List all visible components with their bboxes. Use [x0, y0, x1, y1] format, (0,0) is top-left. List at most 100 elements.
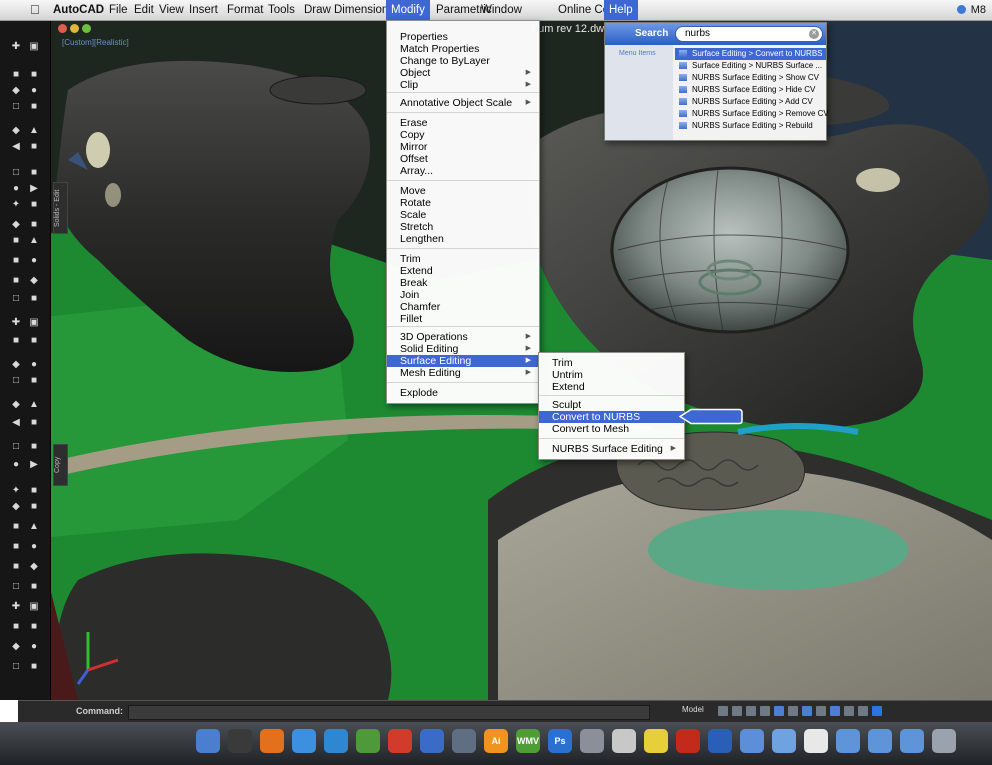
- palette-tool-icon[interactable]: □: [8, 100, 24, 114]
- menu-item-match-properties[interactable]: Match Properties: [387, 43, 539, 55]
- menu-item-explode[interactable]: Explode: [387, 387, 539, 399]
- help-search-input[interactable]: nurbs ✕: [675, 26, 823, 42]
- apple-icon[interactable]: : [30, 2, 40, 17]
- menu-item-lengthen[interactable]: Lengthen: [387, 233, 539, 245]
- dyn-icon[interactable]: [816, 706, 826, 716]
- palette-tool-icon[interactable]: ■: [8, 620, 24, 634]
- palette-tool-icon[interactable]: ◀: [8, 140, 24, 154]
- palette-tool-icon[interactable]: ■: [26, 68, 42, 82]
- palette-tool-icon[interactable]: ◆: [8, 358, 24, 372]
- palette-tool-icon[interactable]: ◆: [26, 560, 42, 574]
- folder-icon-3[interactable]: [868, 729, 892, 753]
- menu-item-surface-editing[interactable]: Surface Editing ▶: [387, 355, 539, 367]
- folder-icon-2[interactable]: [836, 729, 860, 753]
- palette-tool-icon[interactable]: ■: [26, 620, 42, 634]
- menu-item-object[interactable]: Object ▶: [387, 67, 539, 79]
- palette-tool-icon[interactable]: ▶: [26, 182, 42, 196]
- palette-tool-icon[interactable]: ■: [26, 500, 42, 514]
- palette-tool-icon[interactable]: ●: [26, 640, 42, 654]
- calendar-icon[interactable]: [388, 729, 412, 753]
- palette-tool-icon[interactable]: ■: [26, 580, 42, 594]
- help-result-item[interactable]: NURBS Surface Editing > Add CV: [675, 96, 826, 108]
- palette-tool-icon[interactable]: ▣: [26, 40, 42, 54]
- clear-search-icon[interactable]: ✕: [809, 29, 819, 39]
- palette-tool-icon[interactable]: ■: [26, 416, 42, 430]
- palette-tab-solids-edit[interactable]: Solids - Edit: [53, 182, 68, 234]
- palette-tool-icon[interactable]: ●: [8, 458, 24, 472]
- menu-tools[interactable]: Tools: [263, 0, 300, 20]
- palette-tool-icon[interactable]: ■: [26, 334, 42, 348]
- stickies-icon[interactable]: [644, 729, 668, 753]
- help-result-item[interactable]: NURBS Surface Editing > Rebuild: [675, 120, 826, 132]
- palette-tool-icon[interactable]: ✦: [8, 484, 24, 498]
- acrobat-icon[interactable]: [676, 729, 700, 753]
- palette-tool-icon[interactable]: ■: [26, 140, 42, 154]
- palette-tool-icon[interactable]: ■: [26, 440, 42, 454]
- palette-tab-copy[interactable]: Copy: [53, 444, 68, 486]
- palette-tool-icon[interactable]: ◀: [8, 416, 24, 430]
- palette-tool-icon[interactable]: ◆: [8, 640, 24, 654]
- menu-item-clip[interactable]: Clip ▶: [387, 79, 539, 91]
- menu-item-properties[interactable]: Properties: [387, 31, 539, 43]
- submenu-item-nurbs-surface-editing[interactable]: NURBS Surface Editing ▶: [539, 443, 684, 455]
- ducs-icon[interactable]: [802, 706, 812, 716]
- palette-tool-icon[interactable]: ▲: [26, 234, 42, 248]
- submenu-item-untrim[interactable]: Untrim: [539, 369, 684, 381]
- palette-tool-icon[interactable]: ■: [8, 560, 24, 574]
- menu-help[interactable]: Help: [604, 0, 638, 20]
- submenu-item-trim[interactable]: Trim: [539, 357, 684, 369]
- menu-item-change-to-bylayer[interactable]: Change to ByLayer: [387, 55, 539, 67]
- submenu-item-convert-to-nurbs[interactable]: Convert to NURBS: [539, 411, 684, 423]
- palette-tool-icon[interactable]: ▲: [26, 520, 42, 534]
- dashboard-icon[interactable]: [228, 729, 252, 753]
- ortho-icon[interactable]: [746, 706, 756, 716]
- palette-tool-icon[interactable]: ●: [8, 182, 24, 196]
- menu-item-stretch[interactable]: Stretch: [387, 221, 539, 233]
- palette-tool-icon[interactable]: ■: [26, 100, 42, 114]
- palette-tool-icon[interactable]: ■: [26, 660, 42, 674]
- palette-tool-icon[interactable]: ■: [8, 68, 24, 82]
- help-result-item[interactable]: Surface Editing > Convert to NURBS: [675, 48, 826, 60]
- textedit-icon[interactable]: [612, 729, 636, 753]
- selection-cycling-icon[interactable]: [872, 706, 882, 716]
- firefox-icon[interactable]: [260, 729, 284, 753]
- palette-tool-icon[interactable]: □: [8, 166, 24, 180]
- menu-item-mesh-editing[interactable]: Mesh Editing ▶: [387, 367, 539, 379]
- address-book-icon[interactable]: [356, 729, 380, 753]
- palette-tool-icon[interactable]: ■: [8, 274, 24, 288]
- palette-tool-icon[interactable]: ✦: [8, 198, 24, 212]
- menu-item-offset[interactable]: Offset: [387, 153, 539, 165]
- menu-insert[interactable]: Insert: [184, 0, 223, 20]
- palette-tool-icon[interactable]: ◆: [26, 274, 42, 288]
- menu-item-fillet[interactable]: Fillet: [387, 313, 539, 325]
- palette-tool-icon[interactable]: □: [8, 660, 24, 674]
- menu-dimension[interactable]: Dimension: [329, 0, 393, 20]
- palette-tool-icon[interactable]: ■: [26, 292, 42, 306]
- palette-tool-icon[interactable]: ◆: [8, 218, 24, 232]
- palette-tool-icon[interactable]: ▣: [26, 600, 42, 614]
- spotlight-icon[interactable]: [956, 5, 966, 14]
- preview-icon[interactable]: [452, 729, 476, 753]
- menu-item-3d-operations[interactable]: 3D Operations ▶: [387, 331, 539, 343]
- command-input[interactable]: [128, 705, 650, 720]
- palette-tool-icon[interactable]: ▶: [26, 458, 42, 472]
- palette-tool-icon[interactable]: ■: [26, 484, 42, 498]
- minimize-window-icon[interactable]: [70, 24, 79, 33]
- menu-item-join[interactable]: Join: [387, 289, 539, 301]
- menu-item-move[interactable]: Move: [387, 185, 539, 197]
- submenu-item-sculpt[interactable]: Sculpt: [539, 399, 684, 411]
- submenu-item-convert-to-mesh[interactable]: Convert to Mesh: [539, 423, 684, 435]
- menu-item-scale[interactable]: Scale: [387, 209, 539, 221]
- palette-tool-icon[interactable]: ●: [26, 84, 42, 98]
- palette-tool-icon[interactable]: ■: [26, 166, 42, 180]
- palette-tool-icon[interactable]: ■: [26, 218, 42, 232]
- menu-item-erase[interactable]: Erase: [387, 117, 539, 129]
- illustrator-icon[interactable]: Ai: [484, 729, 508, 753]
- menu-autocad[interactable]: AutoCAD: [48, 0, 109, 20]
- menu-item-trim[interactable]: Trim: [387, 253, 539, 265]
- ichat-icon[interactable]: [292, 729, 316, 753]
- palette-tool-icon[interactable]: ●: [26, 254, 42, 268]
- trash-icon[interactable]: [932, 729, 956, 753]
- palette-tool-icon[interactable]: ✚: [8, 316, 24, 330]
- help-result-item[interactable]: NURBS Surface Editing > Hide CV: [675, 84, 826, 96]
